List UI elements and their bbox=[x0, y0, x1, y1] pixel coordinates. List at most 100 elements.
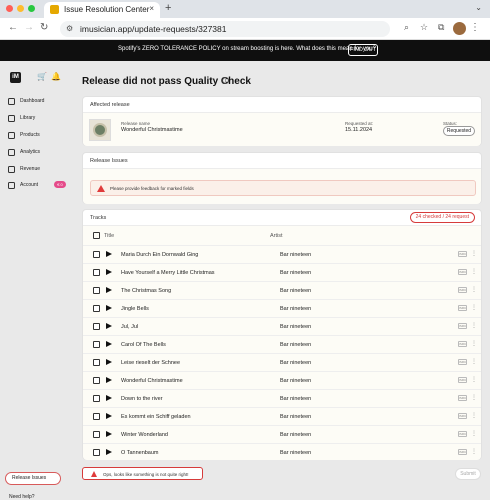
table-row: Jingle Bells Bar nineteen ISRC ⋮ bbox=[83, 299, 481, 317]
more-options-icon[interactable]: ⋮ bbox=[471, 322, 477, 329]
track-artist: Bar nineteen bbox=[280, 414, 312, 420]
browser-tab[interactable]: Issue Resolution Center × bbox=[44, 2, 160, 18]
announcement-banner: Spotify's ZERO TOLERANCE POLICY on strea… bbox=[0, 40, 490, 61]
play-icon[interactable] bbox=[106, 359, 112, 365]
track-checkbox[interactable] bbox=[93, 413, 100, 420]
play-icon[interactable] bbox=[106, 323, 112, 329]
card-title: Affected release bbox=[90, 102, 130, 108]
submit-button[interactable]: Submit bbox=[455, 468, 481, 480]
track-tag[interactable]: ISRC bbox=[458, 305, 467, 311]
release-cover-image bbox=[89, 119, 111, 141]
zoom-icon[interactable]: ⌕ bbox=[404, 22, 409, 33]
track-title: Leise rieselt der Schnee bbox=[121, 360, 181, 366]
track-tag[interactable]: ISRC bbox=[458, 395, 467, 401]
play-icon[interactable] bbox=[106, 413, 112, 419]
track-checkbox[interactable] bbox=[93, 431, 100, 438]
track-tag[interactable]: ISRC bbox=[458, 269, 467, 275]
play-icon[interactable] bbox=[106, 377, 112, 383]
track-checkbox[interactable] bbox=[93, 395, 100, 402]
track-tag[interactable]: ISRC bbox=[458, 359, 467, 365]
release-name-label: Release name bbox=[121, 121, 151, 126]
address-bar-row: ← → ↻ ⚙ imusician.app/update-requests/32… bbox=[0, 18, 490, 40]
more-options-icon[interactable]: ⋮ bbox=[471, 394, 477, 401]
url-field[interactable]: ⚙ imusician.app/update-requests/327381 bbox=[60, 21, 390, 37]
status-badge: Requested bbox=[443, 126, 475, 136]
affected-release-card: Affected release Release name Wonderful … bbox=[82, 96, 482, 146]
site-info-icon[interactable]: ⚙ bbox=[66, 24, 73, 33]
track-tag[interactable]: ISRC bbox=[458, 287, 467, 293]
table-row: Down to the river Bar nineteen ISRC ⋮ bbox=[83, 389, 481, 407]
track-tag[interactable]: ISRC bbox=[458, 341, 467, 347]
app-logo[interactable]: iM bbox=[10, 72, 21, 83]
column-header-title: Title bbox=[104, 233, 115, 239]
back-arrow-icon[interactable]: ← bbox=[8, 22, 18, 33]
card-title: Tracks bbox=[90, 215, 107, 221]
more-options-icon[interactable]: ⋮ bbox=[471, 448, 477, 455]
extensions-icon[interactable]: ⧉ bbox=[438, 22, 444, 33]
select-all-checkbox[interactable] bbox=[93, 232, 100, 239]
more-options-icon[interactable]: ⋮ bbox=[471, 250, 477, 257]
table-row: The Christmas Song Bar nineteen ISRC ⋮ bbox=[83, 281, 481, 299]
banner-text: Spotify's ZERO TOLERANCE POLICY on strea… bbox=[118, 46, 376, 52]
track-tag[interactable]: ISRC bbox=[458, 431, 467, 437]
track-checkbox[interactable] bbox=[93, 341, 100, 348]
track-tag[interactable]: ISRC bbox=[458, 449, 467, 455]
more-options-icon[interactable]: ⋮ bbox=[471, 430, 477, 437]
error-text: Ops, looks like something is not quite r… bbox=[103, 471, 189, 477]
window-close-button[interactable] bbox=[6, 5, 13, 12]
track-tag[interactable]: ISRC bbox=[458, 413, 467, 419]
track-checkbox[interactable] bbox=[93, 359, 100, 366]
tab-search-icon[interactable]: ⌄ bbox=[475, 3, 482, 12]
more-options-icon[interactable]: ⋮ bbox=[471, 376, 477, 383]
track-checkbox[interactable] bbox=[93, 377, 100, 384]
track-tag[interactable]: ISRC bbox=[458, 377, 467, 383]
track-tag[interactable]: ISRC bbox=[458, 251, 467, 257]
profile-avatar[interactable] bbox=[453, 22, 466, 35]
play-icon[interactable] bbox=[106, 431, 112, 437]
track-tag[interactable]: ISRC bbox=[458, 323, 467, 329]
play-icon[interactable] bbox=[106, 449, 112, 455]
card-title: Release Issues bbox=[90, 158, 128, 164]
reload-icon[interactable]: ↻ bbox=[40, 22, 48, 33]
play-icon[interactable] bbox=[106, 395, 112, 401]
bookmark-star-icon[interactable]: ☆ bbox=[420, 22, 428, 33]
track-checkbox[interactable] bbox=[93, 449, 100, 456]
cart-icon[interactable]: 🛒 bbox=[37, 72, 47, 81]
play-icon[interactable] bbox=[106, 251, 112, 257]
table-header: Title Artist bbox=[83, 230, 481, 242]
window-maximize-button[interactable] bbox=[28, 5, 35, 12]
table-row: Leise rieselt der Schnee Bar nineteen ISRC… bbox=[83, 353, 481, 371]
more-options-icon[interactable]: ⋮ bbox=[471, 412, 477, 419]
play-icon[interactable] bbox=[106, 287, 112, 293]
bell-icon[interactable]: 🔔 bbox=[51, 72, 61, 81]
browser-menu-icon[interactable]: ⋮ bbox=[470, 22, 480, 33]
track-rows: Maria Durch Ein Dornwald Ging Bar ninetee… bbox=[83, 245, 481, 461]
play-icon[interactable] bbox=[106, 269, 112, 275]
more-options-icon[interactable]: ⋮ bbox=[471, 304, 477, 311]
table-row: O Tannenbaum Bar nineteen ISRC ⋮ bbox=[83, 443, 481, 461]
play-icon[interactable] bbox=[106, 305, 112, 311]
track-checkbox[interactable] bbox=[93, 287, 100, 294]
feedback-alert: Please provide feedback for marked field… bbox=[90, 180, 476, 196]
more-options-icon[interactable]: ⋮ bbox=[471, 358, 477, 365]
new-tab-button[interactable]: + bbox=[165, 2, 171, 14]
more-options-icon[interactable]: ⋮ bbox=[471, 340, 477, 347]
info-icon[interactable]: i bbox=[222, 77, 229, 84]
table-row: Es kommt ein Schiff geladen Bar nineteen I… bbox=[83, 407, 481, 425]
window-minimize-button[interactable] bbox=[17, 5, 24, 12]
release-issues-button[interactable]: Release Issues bbox=[5, 472, 61, 485]
need-help-link[interactable]: Need help? bbox=[9, 494, 35, 500]
more-options-icon[interactable]: ⋮ bbox=[471, 286, 477, 293]
track-checkbox[interactable] bbox=[93, 269, 100, 276]
find-out-button[interactable]: FIND OUT bbox=[348, 44, 378, 56]
sidebar-item-label: Revenue bbox=[20, 166, 41, 172]
more-options-icon[interactable]: ⋮ bbox=[471, 268, 477, 275]
track-checkbox[interactable] bbox=[93, 305, 100, 312]
tab-close-icon[interactable]: × bbox=[149, 4, 154, 13]
play-icon[interactable] bbox=[106, 341, 112, 347]
forward-arrow-icon[interactable]: → bbox=[24, 22, 34, 33]
browser-tab-bar: Issue Resolution Center × + ⌄ bbox=[0, 0, 490, 18]
revenue-icon bbox=[8, 166, 15, 173]
track-checkbox[interactable] bbox=[93, 323, 100, 330]
track-checkbox[interactable] bbox=[93, 251, 100, 258]
